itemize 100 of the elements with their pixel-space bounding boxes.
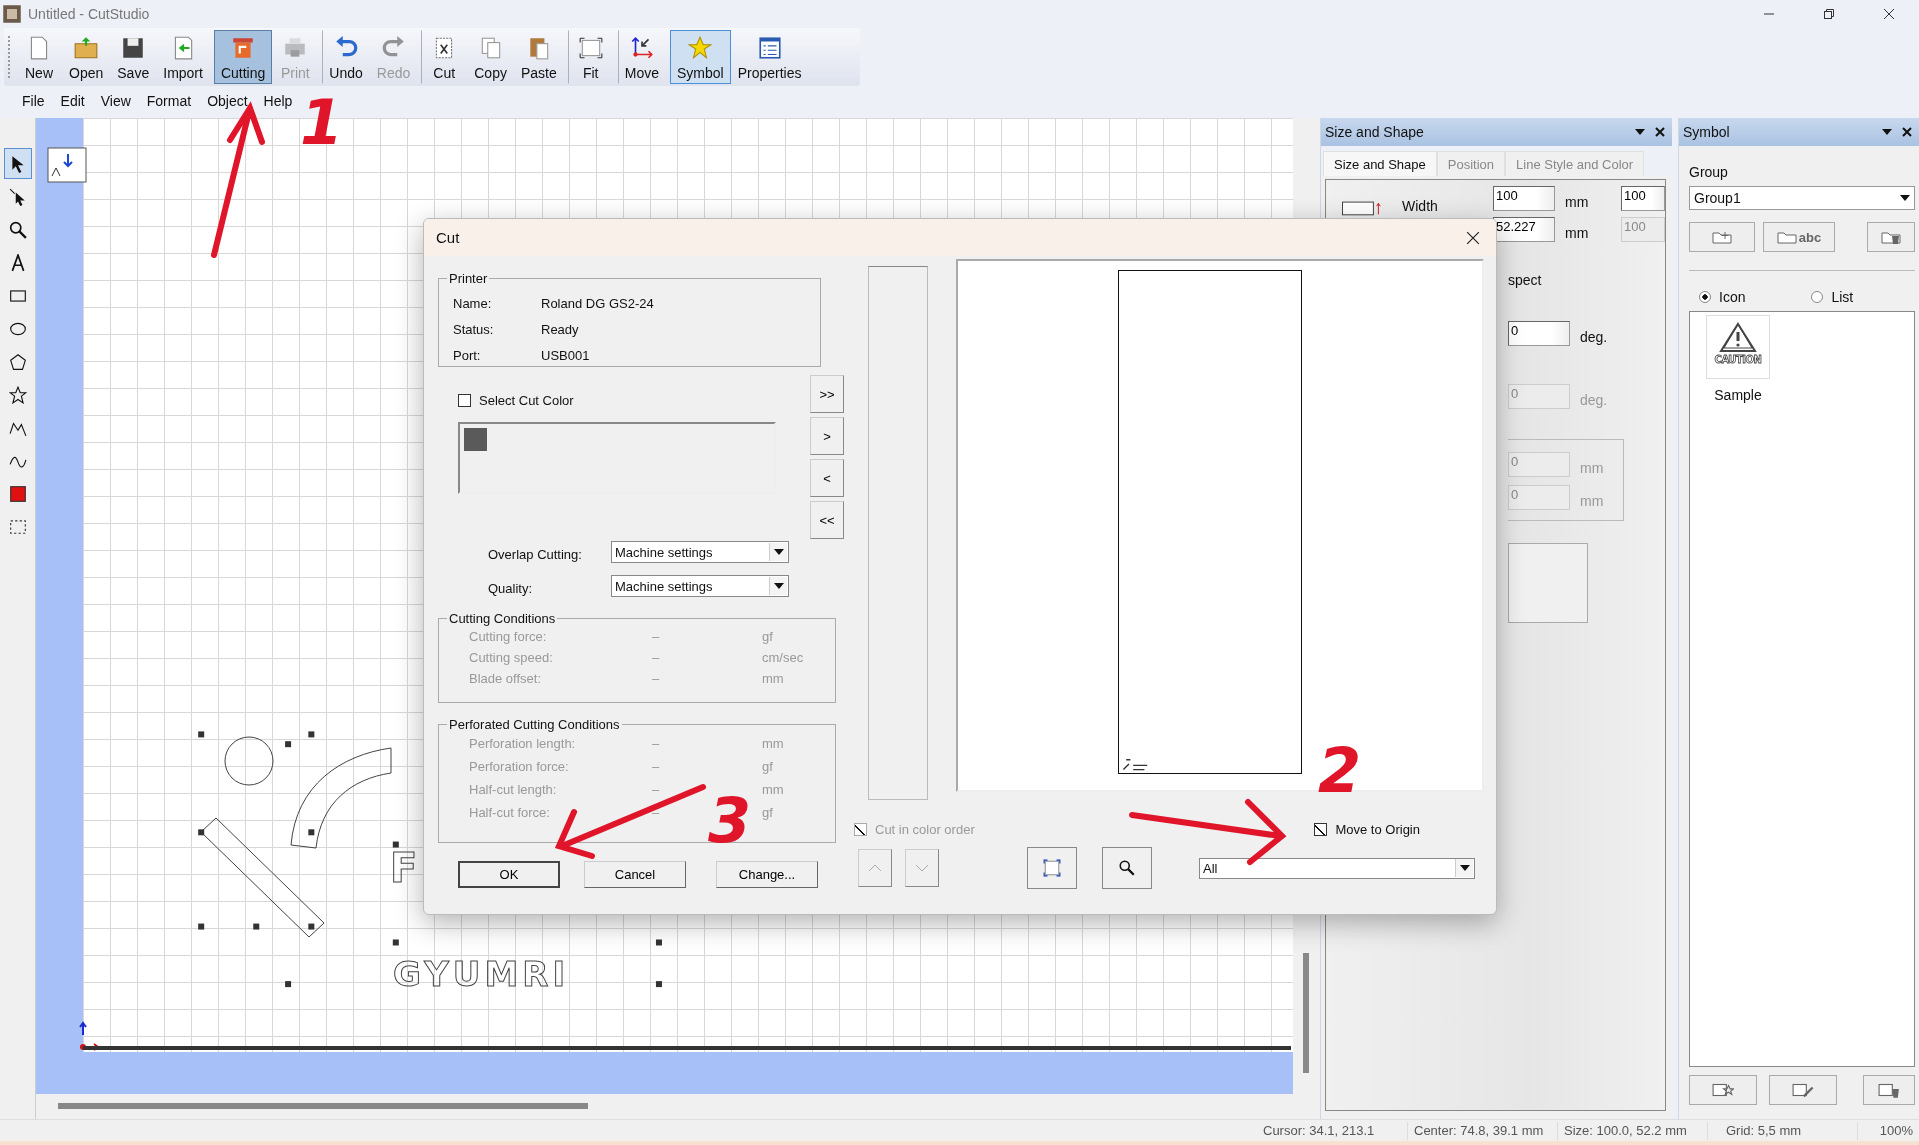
toolbar-button[interactable]: Cutting — [213, 30, 273, 84]
toolbar-button[interactable]: Cut — [421, 30, 468, 84]
condition-value: – — [652, 759, 661, 774]
scrollbar-thumb[interactable] — [58, 1103, 588, 1109]
selection-handle[interactable] — [198, 923, 205, 930]
close-icon[interactable] — [1654, 126, 1666, 138]
toolbar-button[interactable]: Properties — [730, 30, 809, 84]
selection-handle[interactable] — [392, 841, 399, 848]
selection-handle[interactable] — [392, 939, 399, 946]
list-icon — [756, 35, 783, 61]
close-icon[interactable] — [1466, 230, 1480, 245]
radio-option[interactable]: List — [1811, 289, 1854, 305]
condition-value: – — [652, 736, 661, 751]
move-button[interactable]: >> — [810, 375, 844, 413]
ratio-field[interactable]: 100 — [1621, 186, 1665, 211]
field-label: Group — [1689, 164, 1729, 180]
range-dropdown[interactable]: All — [1199, 857, 1475, 879]
group-title: Printer — [448, 271, 489, 286]
star-icon — [687, 35, 714, 61]
unit-label: mm — [1565, 223, 1590, 241]
move-button[interactable]: > — [810, 417, 844, 455]
number-field[interactable]: 52.227 — [1493, 217, 1555, 242]
menu-item[interactable]: Object — [199, 93, 256, 109]
folder-button[interactable]: abc — [1763, 222, 1835, 252]
toolbar-button[interactable]: Paste — [513, 30, 564, 84]
close-icon[interactable] — [1901, 126, 1913, 138]
search-icon — [1118, 859, 1136, 877]
chevron-down-icon — [915, 864, 929, 872]
symbol-button[interactable] — [1769, 1075, 1837, 1105]
dialog-button[interactable]: Change... — [716, 861, 818, 888]
color-list[interactable] — [458, 422, 776, 494]
menu-item[interactable]: View — [92, 93, 139, 109]
selection-handle[interactable] — [198, 829, 205, 836]
overlap-dropdown[interactable]: Machine settings — [611, 541, 789, 563]
restore-icon[interactable] — [1823, 8, 1835, 20]
toolbar-button[interactable]: Import — [156, 30, 210, 84]
size-icon — [1342, 200, 1383, 216]
angle-field[interactable]: 0 — [1508, 321, 1570, 346]
window-title: Untitled - CutStudio — [28, 6, 150, 22]
dialog-title: Cut — [436, 229, 460, 246]
selection-handle[interactable] — [253, 923, 260, 930]
status-text: Size: 100.0, 52.2 mm — [1557, 1121, 1707, 1140]
selection-handle[interactable] — [655, 939, 662, 946]
pentagon-icon — [8, 352, 27, 371]
tab[interactable]: Size and Shape — [1323, 151, 1437, 176]
view-button[interactable] — [1102, 847, 1152, 889]
radio-option[interactable]: Icon — [1699, 289, 1746, 305]
close-icon[interactable] — [1883, 8, 1895, 20]
condition-label: Half-cut force: — [469, 805, 551, 820]
field-label: Quality: — [488, 579, 534, 596]
condition-label: Perforation length: — [469, 736, 577, 751]
dropdown-arrow-icon — [1459, 865, 1470, 871]
unit-label: gf — [762, 629, 773, 644]
condition-label: Cutting speed: — [469, 650, 554, 665]
selection-handle[interactable] — [308, 731, 315, 738]
menu-item[interactable]: File — [14, 93, 53, 109]
tool-button[interactable] — [3, 148, 32, 179]
condition-label: Half-cut length: — [469, 782, 558, 797]
quality-dropdown[interactable]: Machine settings — [611, 575, 789, 597]
move-button[interactable]: < — [810, 459, 844, 497]
info-label: Name: — [453, 295, 493, 311]
toolbar-button[interactable]: Move — [617, 30, 666, 84]
toolbar-button[interactable]: Undo — [322, 30, 370, 84]
condition-value: – — [652, 629, 661, 644]
toolbar-button[interactable]: New — [16, 30, 62, 84]
folder-button[interactable] — [1867, 222, 1915, 252]
menu-item[interactable]: Format — [138, 93, 200, 109]
selection-handle[interactable] — [198, 731, 205, 738]
status-text: 100% — [1857, 1121, 1919, 1140]
selection-handle[interactable] — [308, 829, 315, 836]
annotation-number: 3 — [708, 790, 752, 852]
symbol-button[interactable] — [1689, 1075, 1757, 1105]
color-swatch[interactable] — [464, 428, 487, 451]
dialog-button[interactable]: OK — [458, 861, 560, 888]
toolbar-button[interactable]: Fit — [567, 30, 614, 84]
fill-icon — [8, 484, 27, 503]
dropdown-arrow-icon — [1900, 195, 1910, 201]
symbol-button[interactable] — [1863, 1075, 1915, 1105]
warning-icon — [1718, 320, 1758, 354]
toolbar-button[interactable]: Open — [62, 30, 111, 84]
menu-item[interactable]: Help — [255, 93, 301, 109]
toolbar-button[interactable]: Symbol — [669, 30, 731, 84]
folder-icon — [1776, 230, 1797, 244]
condition-value: – — [652, 671, 661, 686]
checkbox[interactable]: Select Cut Color — [458, 393, 574, 408]
menu-item[interactable]: Edit — [52, 93, 93, 109]
info-value: USB001 — [541, 347, 590, 363]
dialog-button[interactable]: Cancel — [584, 861, 686, 888]
group-title: Perforated Cutting Conditions — [448, 717, 621, 732]
selection-handle[interactable] — [308, 923, 315, 930]
toolbar-button[interactable]: Save — [110, 30, 157, 84]
scrollbar-thumb[interactable] — [1303, 953, 1309, 1073]
selection-handle[interactable] — [655, 981, 662, 988]
checkbox[interactable]: Move to Origin — [1314, 822, 1420, 837]
group-dropdown[interactable]: Group1 — [1689, 186, 1915, 210]
selection-handle[interactable] — [285, 741, 292, 748]
selection-handle[interactable] — [285, 981, 292, 988]
toolbar-button[interactable]: Copy — [467, 30, 514, 84]
number-field[interactable]: 100 — [1493, 186, 1555, 211]
move-button[interactable]: << — [810, 501, 844, 539]
